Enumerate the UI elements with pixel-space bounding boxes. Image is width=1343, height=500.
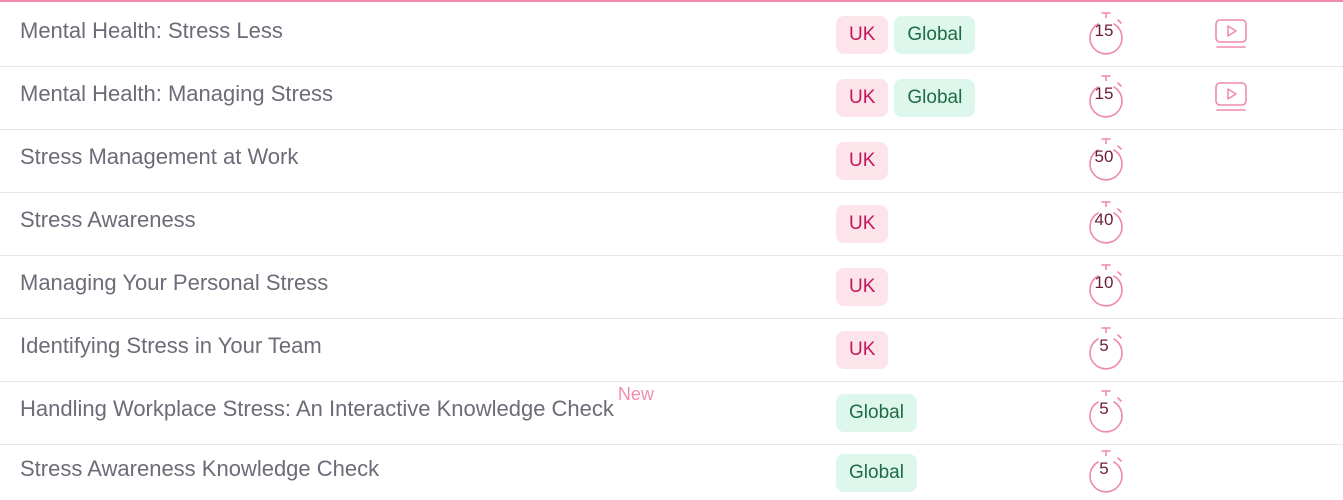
course-title-cell[interactable]: Identifying Stress in Your Team — [0, 333, 836, 359]
region-badges: UK Global — [836, 16, 1064, 54]
duration-cell: 15 — [1064, 11, 1204, 57]
stopwatch-icon: 40 — [1084, 200, 1128, 244]
course-title-cell[interactable]: Stress Management at Work — [0, 144, 836, 170]
region-badge-uk: UK — [836, 142, 889, 180]
media-cell — [1204, 16, 1309, 55]
duration-cell: 15 — [1064, 74, 1204, 120]
duration-value: 50 — [1094, 147, 1114, 166]
course-row[interactable]: Mental Health: Managing Stress UK Global 15 — [0, 67, 1343, 130]
region-badge-uk: UK — [836, 16, 889, 54]
region-badge-uk: UK — [836, 268, 889, 306]
video-icon[interactable] — [1209, 79, 1255, 118]
course-row[interactable]: Stress Management at Work UK 50 — [0, 130, 1343, 193]
duration-cell: 5 — [1064, 326, 1204, 372]
region-badges: Global — [836, 394, 1064, 432]
region-badges: Global — [836, 453, 1064, 492]
region-badges: UK — [836, 268, 1064, 306]
duration-value: 5 — [1099, 399, 1109, 418]
duration-value: 15 — [1094, 84, 1114, 103]
region-badges: UK — [836, 331, 1064, 369]
duration-cell: 5 — [1064, 449, 1204, 495]
stopwatch-icon: 15 — [1084, 74, 1128, 118]
region-badges: UK — [836, 142, 1064, 180]
duration-cell: 40 — [1064, 200, 1204, 246]
duration-cell: 50 — [1064, 137, 1204, 183]
course-row[interactable]: Stress Awareness Knowledge Check Global 5 — [0, 445, 1343, 500]
duration-value: 10 — [1094, 273, 1114, 292]
course-table: Mental Health: Stress Less UK Global 15 Ment… — [0, 2, 1343, 500]
duration-cell: 10 — [1064, 263, 1204, 309]
region-badge-global: Global — [836, 453, 917, 492]
course-title-cell[interactable]: Stress Awareness Knowledge Check — [0, 456, 836, 482]
course-title[interactable]: Mental Health: Stress Less — [20, 18, 283, 43]
stopwatch-icon: 10 — [1084, 263, 1128, 307]
media-cell — [1204, 79, 1309, 118]
region-badge-uk: UK — [836, 79, 889, 117]
course-title-cell[interactable]: Handling Workplace Stress: An Interactiv… — [0, 384, 836, 422]
duration-value: 5 — [1099, 336, 1109, 355]
course-title[interactable]: Stress Management at Work — [20, 144, 298, 169]
course-row[interactable]: Mental Health: Stress Less UK Global 15 — [0, 2, 1343, 67]
course-title-cell[interactable]: Mental Health: Stress Less — [0, 18, 836, 44]
course-row[interactable]: Identifying Stress in Your Team UK 5 — [0, 319, 1343, 382]
region-badge-uk: UK — [836, 205, 889, 243]
stopwatch-icon: 5 — [1084, 389, 1128, 433]
new-tag: New — [617, 384, 654, 404]
duration-value: 40 — [1094, 210, 1114, 229]
course-title[interactable]: Mental Health: Managing Stress — [20, 81, 333, 106]
region-badge-global: Global — [894, 16, 976, 54]
course-title[interactable]: Stress Awareness — [20, 207, 196, 232]
stopwatch-icon: 15 — [1084, 11, 1128, 55]
course-title-cell[interactable]: Stress Awareness — [0, 207, 836, 233]
course-title[interactable]: Handling Workplace Stress: An Interactiv… — [20, 396, 614, 421]
duration-value: 5 — [1099, 458, 1109, 478]
duration-cell: 5 — [1064, 389, 1204, 435]
course-row[interactable]: Stress Awareness UK 40 — [0, 193, 1343, 256]
course-title-cell[interactable]: Mental Health: Managing Stress — [0, 81, 836, 107]
region-badges: UK Global — [836, 79, 1064, 117]
course-row[interactable]: Managing Your Personal Stress UK 10 — [0, 256, 1343, 319]
duration-value: 15 — [1094, 21, 1114, 40]
stopwatch-icon: 5 — [1084, 326, 1128, 370]
course-row[interactable]: Handling Workplace Stress: An Interactiv… — [0, 382, 1343, 445]
course-title[interactable]: Stress Awareness Knowledge Check — [20, 456, 379, 481]
video-icon[interactable] — [1209, 16, 1255, 55]
stopwatch-icon: 50 — [1084, 137, 1128, 181]
region-badge-global: Global — [894, 79, 976, 117]
region-badge-global: Global — [836, 394, 917, 432]
stopwatch-icon: 5 — [1084, 449, 1128, 493]
course-title[interactable]: Identifying Stress in Your Team — [20, 333, 322, 358]
region-badges: UK — [836, 205, 1064, 243]
region-badge-uk: UK — [836, 331, 889, 369]
course-title[interactable]: Managing Your Personal Stress — [20, 270, 328, 295]
course-title-cell[interactable]: Managing Your Personal Stress — [0, 270, 836, 296]
